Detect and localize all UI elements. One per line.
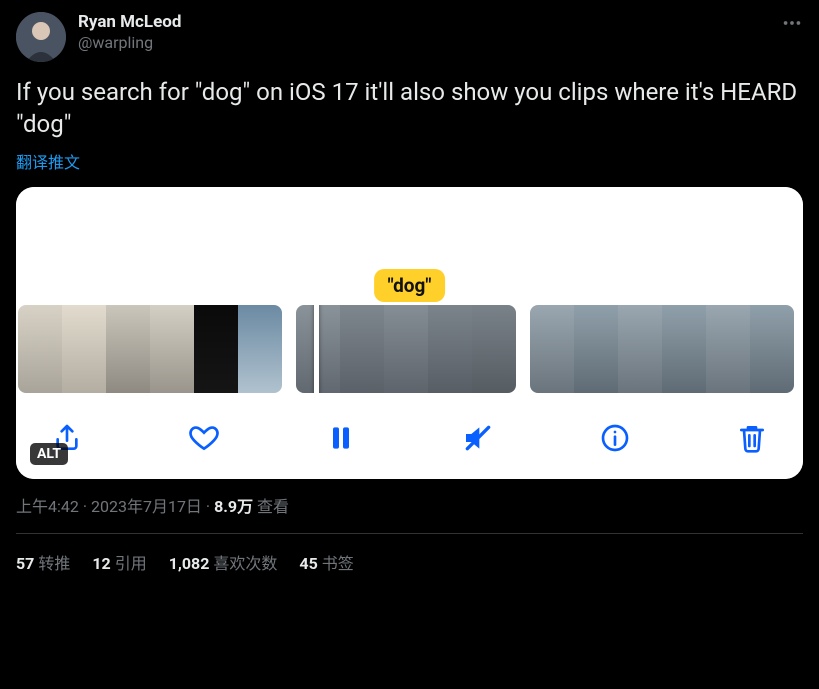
translate-link[interactable]: 翻译推文 (16, 149, 80, 173)
pause-icon[interactable] (322, 419, 360, 457)
mute-icon[interactable] (459, 419, 497, 457)
avatar[interactable] (16, 12, 66, 62)
frame (706, 305, 750, 393)
display-name: Ryan McLeod (78, 12, 181, 33)
tweet-stats: 57转推 12引用 1,082喜欢次数 45书签 (16, 534, 803, 574)
playhead[interactable] (314, 305, 319, 393)
frame (574, 305, 618, 393)
frame (150, 305, 194, 393)
handle: @warpling (78, 33, 181, 53)
tweet-meta: 上午4:42 · 2023年7月17日 · 8.9万 查看 (16, 493, 803, 534)
frame (18, 305, 62, 393)
clip-group-3[interactable] (530, 305, 794, 393)
stat-likes[interactable]: 1,082喜欢次数 (169, 550, 278, 574)
frame (238, 305, 282, 393)
media-card[interactable]: "dog" (16, 187, 803, 479)
frame (384, 305, 428, 393)
clip-group-1[interactable] (18, 305, 282, 393)
frame (750, 305, 794, 393)
trash-icon[interactable] (733, 419, 771, 457)
media-controls (16, 403, 803, 479)
tweet-text: If you search for "dog" on iOS 17 it'll … (16, 76, 803, 141)
stat-quotes[interactable]: 12引用 (92, 550, 146, 574)
frame (428, 305, 472, 393)
stat-bookmarks[interactable]: 45书签 (299, 550, 353, 574)
frame (194, 305, 238, 393)
frame (62, 305, 106, 393)
caption-bubble: "dog" (374, 269, 446, 302)
author-block[interactable]: Ryan McLeod @warpling (78, 12, 181, 53)
meta-views-label: 查看 (253, 497, 289, 516)
frame (472, 305, 516, 393)
info-icon[interactable] (596, 419, 634, 457)
frame (106, 305, 150, 393)
clip-group-2[interactable] (296, 305, 516, 393)
frame (662, 305, 706, 393)
heart-icon[interactable] (185, 419, 223, 457)
meta-views-num: 8.9万 (214, 497, 253, 516)
stat-retweets[interactable]: 57转推 (16, 550, 70, 574)
frame (618, 305, 662, 393)
tweet-container: Ryan McLeod @warpling If you search for … (0, 0, 819, 574)
tweet-header: Ryan McLeod @warpling (16, 12, 803, 62)
alt-badge[interactable]: ALT (30, 443, 68, 465)
frame (530, 305, 574, 393)
meta-time[interactable]: 上午4:42 (16, 497, 79, 516)
media-top (16, 187, 803, 269)
more-icon[interactable] (781, 12, 803, 34)
meta-date[interactable]: 2023年7月17日 (91, 497, 202, 516)
frame (340, 305, 384, 393)
